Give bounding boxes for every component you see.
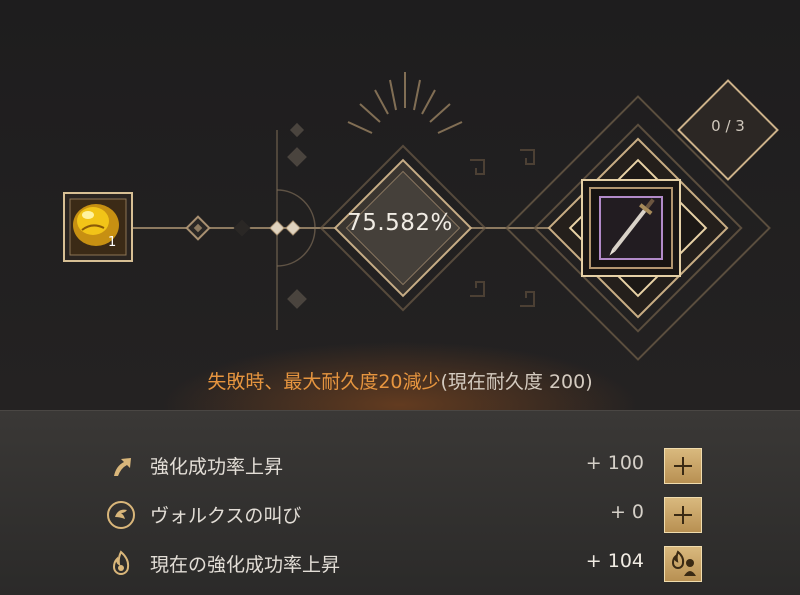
success-rate-value: 75.582% (347, 210, 453, 236)
bonus-label: 強化成功率上昇 (150, 456, 284, 478)
stack-counter: 0 / 3 (711, 117, 745, 135)
bonus-value: + 100 (585, 452, 644, 474)
bonus-label: ヴォルクスの叫び (150, 505, 302, 527)
warning-durability: (現在耐久度 200) (440, 371, 593, 393)
valks-cry-icon (107, 501, 135, 529)
add-bonus-button[interactable] (664, 448, 702, 484)
bonus-row-success-rate: 強化成功率上昇 + 100 (0, 445, 800, 485)
bonus-label: 現在の強化成功率上昇 (150, 554, 341, 576)
bonus-row-valks-cry: ヴォルクスの叫び + 0 (0, 494, 800, 534)
rays-decoration (347, 72, 463, 134)
bonus-value: + 0 (609, 501, 644, 523)
arrow-up-icon (114, 458, 131, 476)
add-valks-cry-button[interactable] (664, 497, 702, 533)
flame-icon (112, 550, 130, 575)
enhancement-decoration (63, 72, 779, 361)
weapon-slot (581, 179, 681, 277)
bonus-row-current-rate: 現在の強化成功率上昇 + 104 (0, 543, 800, 583)
item-count: 1 (108, 235, 117, 250)
failure-warning: 失敗時、最大耐久度20減少(現在耐久度 200) (0, 367, 800, 394)
item-slot (63, 192, 133, 262)
bonus-value: + 104 (585, 550, 644, 572)
warning-main: 失敗時、最大耐久度20減少 (207, 371, 441, 393)
current-rate-detail-button[interactable] (664, 546, 702, 582)
flame-person-icon (671, 550, 696, 576)
